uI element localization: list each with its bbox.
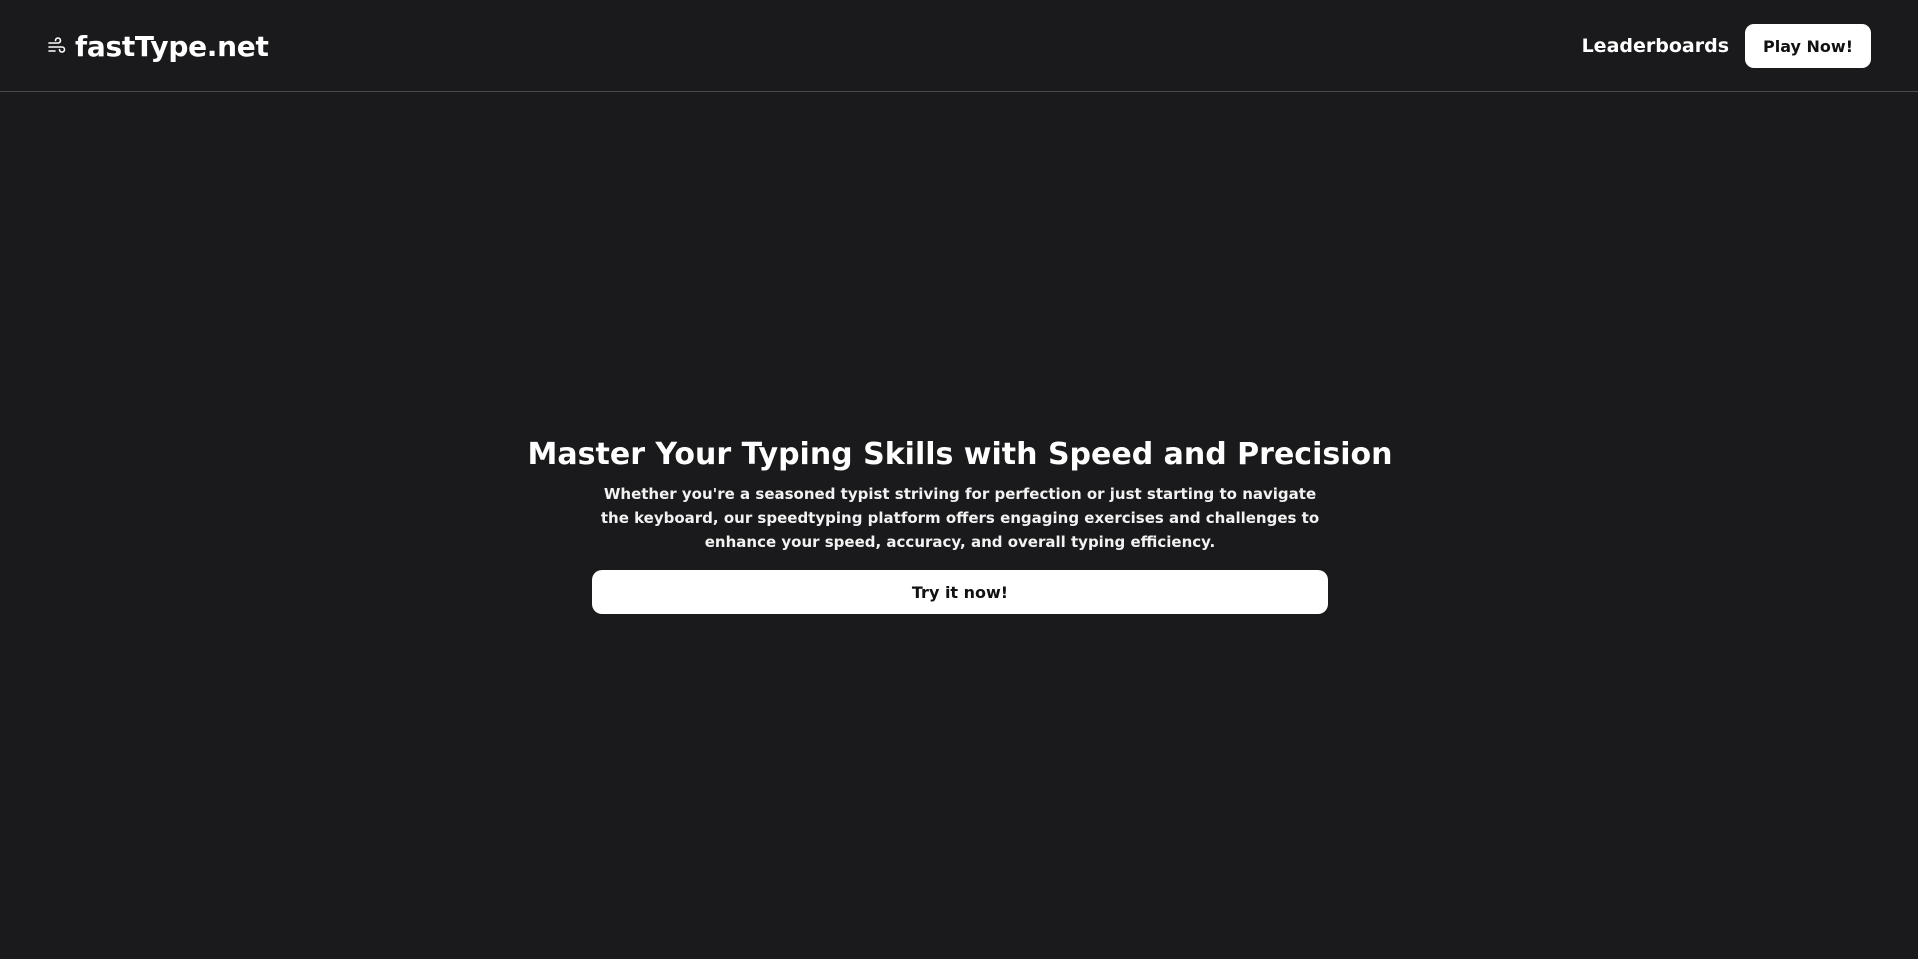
brand-name: fastType.net [75, 29, 269, 63]
try-it-now-button[interactable]: Try it now! [592, 570, 1328, 614]
top-nav: Leaderboards Play Now! [1582, 24, 1871, 68]
brand-logo-link[interactable]: fastType.net [47, 26, 269, 66]
leaderboards-link[interactable]: Leaderboards [1582, 35, 1729, 57]
hero-title: Master Your Typing Skills with Speed and… [527, 437, 1393, 472]
play-now-button[interactable]: Play Now! [1745, 24, 1871, 68]
site-header: fastType.net Leaderboards Play Now! [0, 0, 1918, 92]
hero-description: Whether you're a seasoned typist strivin… [600, 485, 1320, 551]
wind-icon [47, 36, 67, 56]
hero-section: Master Your Typing Skills with Speed and… [528, 434, 1392, 614]
